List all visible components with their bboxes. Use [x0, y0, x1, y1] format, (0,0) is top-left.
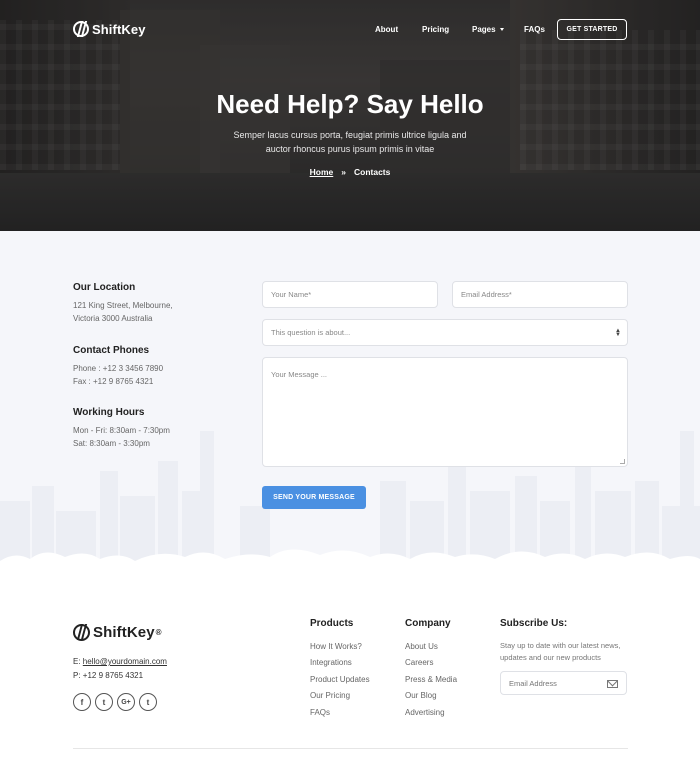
footer-brand-name: ShiftKey — [93, 624, 155, 641]
get-started-button[interactable]: GET STARTED — [557, 19, 627, 40]
hours-line: Sat: 8:30am - 3:30pm — [73, 439, 150, 448]
subscribe-email-input[interactable]: Email Address — [500, 671, 627, 695]
logo-mark-icon — [73, 624, 90, 641]
footer-link-faqs[interactable]: FAQs — [310, 708, 330, 717]
footer-brand-logo[interactable]: ShiftKey ® — [73, 624, 162, 641]
nav-link-pages[interactable]: Pages — [472, 25, 504, 34]
top-navigation: ShiftKey About Pricing Pages FAQs GET ST… — [0, 0, 700, 60]
cloud-divider — [0, 549, 700, 571]
nav-link-pages-label: Pages — [472, 25, 496, 34]
footer-link-press-media[interactable]: Press & Media — [405, 675, 457, 684]
fax-line: Fax : +12 9 8765 4321 — [73, 377, 154, 386]
breadcrumb: Home » Contacts — [0, 167, 700, 177]
breadcrumb-current: Contacts — [353, 167, 391, 177]
name-input[interactable]: Your Name* — [262, 281, 438, 308]
hours-title: Working Hours — [73, 407, 145, 418]
logo-mark-icon — [73, 21, 89, 37]
registered-mark: ® — [155, 628, 162, 637]
page-title: Need Help? Say Hello — [216, 89, 484, 119]
footer-divider — [73, 748, 628, 749]
footer-link-how-it-works[interactable]: How It Works? — [310, 642, 362, 651]
subscribe-email-placeholder: Email Address — [509, 678, 557, 688]
phone-line: Phone : +12 3 3456 7890 — [73, 364, 164, 373]
brand-logo[interactable]: ShiftKey — [73, 21, 146, 37]
phones-title: Contact Phones — [73, 345, 150, 356]
subject-select[interactable]: This question is about... ▲ ▼ — [262, 319, 628, 346]
email-input[interactable]: Email Address* — [452, 281, 628, 308]
footer-link-careers[interactable]: Careers — [405, 658, 433, 667]
footer-phone-label: P: — [73, 671, 81, 680]
subject-select-value: This question is about... — [271, 328, 351, 337]
footer-email-label: E: — [73, 657, 81, 666]
subscribe-description: Stay up to date with our latest news, up… — [500, 641, 621, 662]
company-heading: Company — [405, 618, 451, 629]
footer-phone-value: +12 9 8765 4321 — [82, 671, 144, 680]
footer-link-our-blog[interactable]: Our Blog — [405, 691, 437, 700]
nav-link-pricing[interactable]: Pricing — [422, 25, 449, 34]
chevron-down-icon — [499, 28, 504, 32]
subscribe-heading: Subscribe Us: — [500, 618, 568, 629]
select-arrows-icon: ▲ ▼ — [615, 328, 621, 338]
brand-name: ShiftKey — [92, 21, 146, 37]
footer-link-our-pricing[interactable]: Our Pricing — [310, 691, 350, 700]
breadcrumb-separator: » — [341, 167, 346, 177]
tumblr-icon[interactable]: t — [139, 693, 157, 711]
message-placeholder: Your Message ... — [271, 370, 328, 379]
footer-link-about-us[interactable]: About Us — [405, 642, 438, 651]
products-heading: Products — [310, 618, 354, 629]
footer-link-integrations[interactable]: Integrations — [310, 658, 352, 667]
twitter-icon[interactable]: t — [95, 693, 113, 711]
location-title: Our Location — [73, 282, 136, 293]
envelope-icon[interactable] — [607, 680, 618, 688]
footer-email-link[interactable]: hello@yourdomain.com — [83, 657, 167, 666]
resize-handle-icon[interactable] — [620, 459, 625, 464]
footer-phone: P: +12 9 8765 4321 — [73, 671, 143, 680]
hours-line: Mon - Fri: 8:30am - 7:30pm — [73, 426, 170, 435]
footer-email: E: hello@yourdomain.com — [73, 657, 167, 666]
nav-link-about[interactable]: About — [375, 25, 398, 34]
footer-link-product-updates[interactable]: Product Updates — [310, 675, 370, 684]
facebook-icon[interactable]: f — [73, 693, 91, 711]
google-plus-icon[interactable]: G+ — [117, 693, 135, 711]
breadcrumb-home-link[interactable]: Home — [310, 167, 334, 177]
hero-section: ShiftKey About Pricing Pages FAQs GET ST… — [0, 0, 700, 231]
message-textarea[interactable]: Your Message ... — [262, 357, 628, 467]
nav-link-faqs[interactable]: FAQs — [524, 25, 545, 34]
location-line: 121 King Street, Melbourne, — [73, 301, 173, 310]
footer-link-advertising[interactable]: Advertising — [405, 708, 445, 717]
hero-subtitle: Semper lacus cursus porta, feugiat primi… — [233, 130, 467, 154]
send-message-button[interactable]: SEND YOUR MESSAGE — [262, 486, 366, 509]
location-line: Victoria 3000 Australia — [73, 314, 153, 323]
